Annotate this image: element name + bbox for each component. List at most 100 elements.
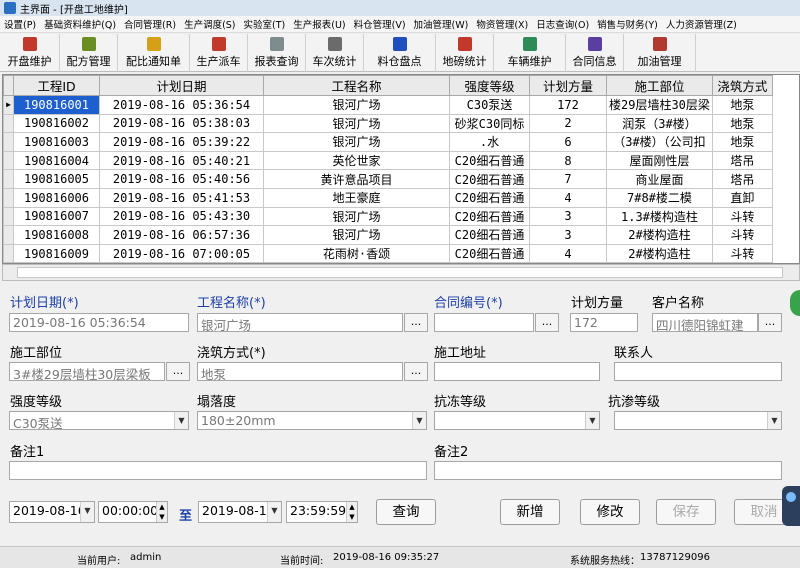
menu-item[interactable]: 物资管理(X) xyxy=(472,17,532,31)
table-row[interactable]: ▶ 190816001 2019-08-16 05:36:54 银河广场 C30泵送 17… xyxy=(3,95,773,115)
table-cell[interactable]: 花雨树·香颂 xyxy=(263,243,450,263)
table-cell[interactable]: 2019-08-16 05:36:54 xyxy=(99,95,264,115)
table-cell[interactable]: 190816003 xyxy=(13,132,100,152)
table-cell[interactable]: 3 xyxy=(529,206,607,227)
menu-item[interactable]: 生产报表(U) xyxy=(289,17,349,31)
from-time-picker[interactable]: 00:00:00 ▲ ▼ xyxy=(98,501,168,523)
table-cell[interactable]: 190816005 xyxy=(13,169,100,189)
column-header[interactable]: 计划方量 xyxy=(529,75,607,96)
table-cell[interactable]: 1.3#楼构造柱 xyxy=(606,206,713,227)
table-row[interactable]: 190816002 2019-08-16 05:38:03 银河广场 砂浆C30同标 2… xyxy=(3,113,773,134)
chevron-down-icon[interactable]: ▼ xyxy=(412,412,426,429)
column-header[interactable]: 计划日期 xyxy=(99,75,264,96)
table-cell[interactable]: 172 xyxy=(529,95,607,115)
table-cell[interactable]: C20细石普通 xyxy=(449,206,530,227)
column-header[interactable]: 工程ID xyxy=(13,75,100,96)
table-cell[interactable]: 地泵 xyxy=(711,113,773,134)
table-cell[interactable]: 6 xyxy=(529,132,607,152)
toolbar-button[interactable]: 配方管理 xyxy=(60,34,118,72)
site-part-picker-button[interactable]: ... xyxy=(166,362,190,381)
strength-select[interactable]: C30泵送 ▼ xyxy=(9,411,189,430)
chevron-down-icon[interactable]: ▼ xyxy=(80,502,94,522)
horizontal-scrollbar[interactable] xyxy=(2,264,800,281)
table-cell[interactable]: 4 xyxy=(529,243,607,263)
table-cell[interactable]: 地泵 xyxy=(711,95,773,115)
table-cell[interactable]: 2019-08-16 07:00:05 xyxy=(99,243,264,263)
project-grid[interactable]: 工程ID 计划日期 工程名称 强度等级 计划方量 施工部位 浇筑方式 ▶ 190816001 2… xyxy=(2,74,800,264)
table-row[interactable]: 190816008 2019-08-16 06:57:36 银河广场 C20细石普通 3… xyxy=(3,225,773,245)
table-cell[interactable]: C20细石普通 xyxy=(449,150,530,171)
table-cell[interactable]: 190816004 xyxy=(13,150,100,171)
customer-picker-button[interactable]: ... xyxy=(758,313,782,332)
menu-item[interactable]: 生产调度(S) xyxy=(180,17,239,31)
remark2-field[interactable] xyxy=(434,461,782,480)
table-cell[interactable]: 8 xyxy=(529,150,607,171)
contract-no-field[interactable] xyxy=(434,313,534,332)
plan-volume-field[interactable]: 172 xyxy=(570,313,638,332)
table-cell[interactable]: 黄许意品项目 xyxy=(263,169,450,189)
menu-item[interactable]: 合同管理(R) xyxy=(120,17,180,31)
pour-method-picker-button[interactable]: ... xyxy=(404,362,428,381)
chevron-down-icon[interactable]: ▼ xyxy=(174,412,188,429)
table-cell[interactable]: 地王豪庭 xyxy=(263,187,450,208)
table-row[interactable]: 190816005 2019-08-16 05:40:56 黄许意品项目 C20细石普… xyxy=(3,169,773,189)
toolbar-button[interactable]: 报表查询 xyxy=(248,34,306,72)
column-header[interactable]: 浇筑方式 xyxy=(711,75,773,96)
table-cell[interactable]: 4 xyxy=(529,187,607,208)
menu-item[interactable]: 基础资料维护(Q) xyxy=(40,17,120,31)
table-cell[interactable]: 塔吊 xyxy=(711,150,773,171)
menu-item[interactable]: 料仓管理(V) xyxy=(350,17,410,31)
contract-picker-button[interactable]: ... xyxy=(535,313,559,332)
table-cell[interactable]: 英伦世家 xyxy=(263,150,450,171)
table-cell[interactable]: 商业屋面 xyxy=(606,169,713,189)
toolbar-button[interactable]: 开盘维护 xyxy=(0,34,60,72)
contact-field[interactable] xyxy=(614,362,782,381)
menu-item[interactable]: 日志查询(O) xyxy=(532,17,593,31)
from-date-picker[interactable]: 2019-08-16 ▼ xyxy=(9,501,95,523)
table-cell[interactable]: 190816006 xyxy=(13,187,100,208)
edit-button[interactable]: 修改 xyxy=(580,499,640,525)
project-name-field[interactable]: 银河广场 xyxy=(197,313,403,332)
table-cell[interactable]: C20细石普通 xyxy=(449,243,530,263)
plan-date-field[interactable]: 2019-08-16 05:36:54 xyxy=(9,313,189,332)
table-row[interactable]: 190816007 2019-08-16 05:43:30 银河广场 C20细石普通 3… xyxy=(3,206,773,227)
table-cell[interactable]: 斗转 xyxy=(711,243,773,263)
table-cell[interactable]: 屋面刚性层 xyxy=(606,150,713,171)
table-cell[interactable]: C20细石普通 xyxy=(449,187,530,208)
table-cell[interactable]: 3 xyxy=(529,225,607,245)
table-cell[interactable]: 润泵（3#楼） xyxy=(606,113,713,134)
table-cell[interactable]: 楼29层墙柱30层梁 xyxy=(606,95,713,115)
table-cell[interactable]: 银河广场 xyxy=(263,225,450,245)
menu-item[interactable]: 加油管理(W) xyxy=(410,17,473,31)
save-button[interactable]: 保存 xyxy=(656,499,716,525)
spinner-icon[interactable]: ▲ ▼ xyxy=(156,502,167,522)
to-date-picker[interactable]: 2019-08-16 ▼ xyxy=(198,501,282,523)
column-header[interactable]: 施工部位 xyxy=(606,75,713,96)
address-field[interactable] xyxy=(434,362,600,381)
table-cell[interactable]: 塔吊 xyxy=(711,169,773,189)
column-header[interactable]: 工程名称 xyxy=(263,75,450,96)
spinner-icon[interactable]: ▲ ▼ xyxy=(346,502,357,522)
chevron-down-icon[interactable]: ▼ xyxy=(267,502,281,522)
table-cell[interactable]: 2019-08-16 05:39:22 xyxy=(99,132,264,152)
add-button[interactable]: 新增 xyxy=(500,499,560,525)
table-cell[interactable]: 2019-08-16 05:38:03 xyxy=(99,113,264,134)
pour-method-field[interactable]: 地泵 xyxy=(197,362,403,381)
table-row[interactable]: 190816004 2019-08-16 05:40:21 英伦世家 C20细石普通 8… xyxy=(3,150,773,171)
table-cell[interactable]: 190816009 xyxy=(13,243,100,263)
table-cell[interactable]: 银河广场 xyxy=(263,132,450,152)
toolbar-button[interactable]: 合同信息 xyxy=(566,34,624,72)
menu-item[interactable]: 设置(P) xyxy=(0,17,40,31)
table-cell[interactable]: 斗转 xyxy=(711,225,773,245)
toolbar-button[interactable]: 加油管理 xyxy=(624,34,696,72)
remark1-field[interactable] xyxy=(9,461,427,480)
table-cell[interactable]: 银河广场 xyxy=(263,95,450,115)
table-cell[interactable]: 2#楼构造柱 xyxy=(606,243,713,263)
table-cell[interactable]: 2019-08-16 06:57:36 xyxy=(99,225,264,245)
table-cell[interactable]: （3#楼）（公司扣 xyxy=(606,132,713,152)
toolbar-button[interactable]: 料仓盘点 xyxy=(364,34,436,72)
toolbar-button[interactable]: 车辆维护 xyxy=(494,34,566,72)
table-cell[interactable]: 银河广场 xyxy=(263,206,450,227)
scroll-thumb[interactable] xyxy=(17,267,783,278)
customer-field[interactable]: 四川德阳锦虹建 xyxy=(652,313,758,332)
